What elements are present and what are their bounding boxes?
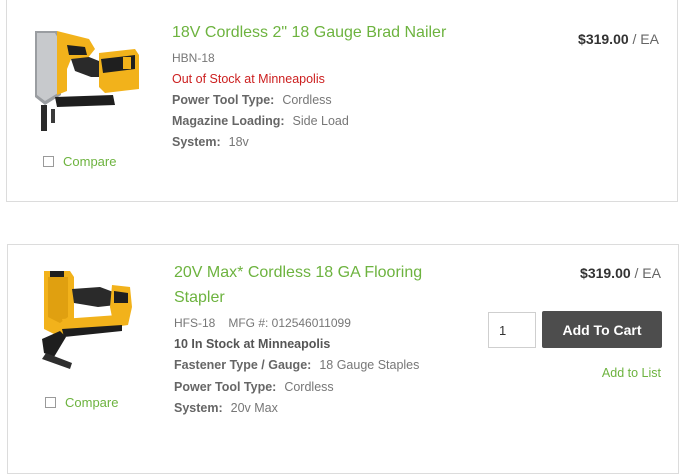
- product-price: $319.00 / EA: [580, 265, 661, 281]
- quantity-input[interactable]: [488, 312, 536, 348]
- spec-value: 18v: [228, 135, 249, 149]
- product-sku: HFS-18 MFG #: 012546011099: [174, 316, 351, 330]
- price-unit: / EA: [632, 31, 659, 47]
- product-sku: HBN-18: [172, 51, 215, 65]
- mfg-number: MFG #: 012546011099: [228, 316, 351, 330]
- spec-row: Fastener Type / Gauge: 18 Gauge Staples: [174, 358, 419, 372]
- spec-label: System:: [174, 401, 223, 415]
- price-amount: $319.00: [580, 265, 631, 281]
- product-title-link[interactable]: 18V Cordless 2" 18 Gauge Brad Nailer: [172, 20, 446, 45]
- spec-value: Cordless: [284, 380, 334, 394]
- compare-checkbox[interactable]: Compare: [45, 395, 118, 410]
- spec-row: System: 20v Max: [174, 401, 278, 415]
- spec-label: System:: [172, 135, 221, 149]
- spec-label: Fastener Type / Gauge:: [174, 358, 312, 372]
- product-card: Compare 18V Cordless 2" 18 Gauge Brad Na…: [6, 0, 678, 202]
- product-title-line[interactable]: 20V Max* Cordless 18 GA Flooring: [174, 260, 422, 285]
- compare-checkbox[interactable]: Compare: [43, 154, 116, 169]
- add-to-list-link[interactable]: Add to List: [602, 366, 661, 380]
- compare-label: Compare: [63, 154, 117, 169]
- spec-label: Magazine Loading:: [172, 114, 285, 128]
- product-title-link[interactable]: 20V Max* Cordless 18 GA Flooring Stapler: [174, 260, 422, 310]
- spec-label: Power Tool Type:: [172, 93, 275, 107]
- product-card: Compare 20V Max* Cordless 18 GA Flooring…: [7, 244, 679, 474]
- product-title-line[interactable]: Stapler: [174, 285, 422, 310]
- spec-row: System: 18v: [172, 135, 249, 149]
- checkbox-icon[interactable]: [43, 156, 54, 167]
- spec-value: Side Load: [292, 114, 349, 128]
- price-amount: $319.00: [578, 31, 629, 47]
- compare-label: Compare: [65, 395, 119, 410]
- product-price: $319.00 / EA: [578, 31, 659, 47]
- spec-value: 18 Gauge Staples: [319, 358, 420, 372]
- brad-nailer-image[interactable]: [27, 25, 143, 135]
- stock-status: Out of Stock at Minneapolis: [172, 72, 325, 86]
- spec-row: Power Tool Type: Cordless: [172, 93, 332, 107]
- spec-label: Power Tool Type:: [174, 380, 277, 394]
- add-to-cart-button[interactable]: Add To Cart: [542, 311, 662, 348]
- spec-value: 20v Max: [230, 401, 278, 415]
- checkbox-icon[interactable]: [45, 397, 56, 408]
- stock-status: 10 In Stock at Minneapolis: [174, 337, 331, 351]
- flooring-stapler-image[interactable]: [32, 267, 136, 371]
- price-unit: / EA: [634, 265, 661, 281]
- spec-value: Cordless: [282, 93, 332, 107]
- spec-row: Magazine Loading: Side Load: [172, 114, 349, 128]
- spec-row: Power Tool Type: Cordless: [174, 380, 334, 394]
- sku-value: HFS-18: [174, 316, 216, 330]
